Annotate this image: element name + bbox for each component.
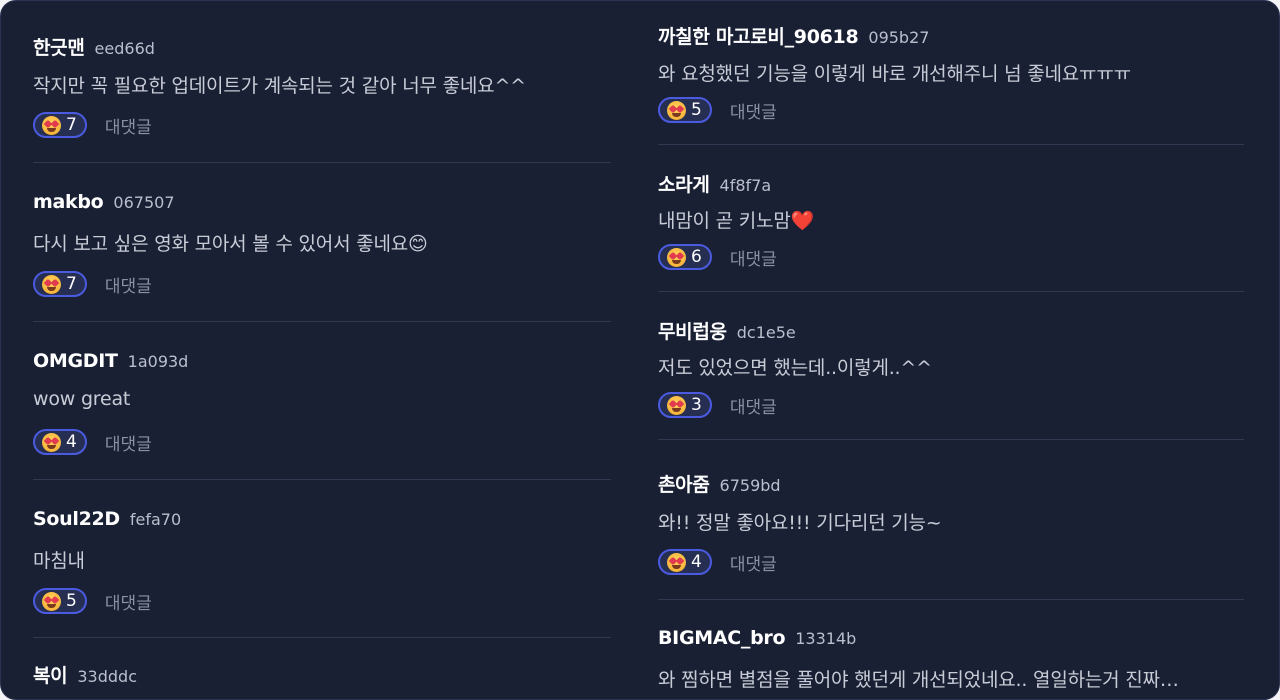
comment-text: wow great xyxy=(33,388,131,410)
divider xyxy=(33,479,611,480)
reaction-count: 7 xyxy=(66,115,77,135)
heart-eyes-emoji-icon xyxy=(667,395,686,415)
heart-eyes-emoji-icon xyxy=(42,591,61,611)
reaction-count: 7 xyxy=(66,274,77,294)
heart-eyes-emoji-icon xyxy=(667,100,686,120)
comment-text: 와!! 정말 좋아요!!! 기다리던 기능~ xyxy=(658,512,942,534)
comment-header: 무비럽웅 dc1e5e xyxy=(658,317,796,344)
comment-text: 작지만 꼭 필요한 업데이트가 계속되는 것 같아 너무 좋네요^^ xyxy=(33,75,526,97)
reaction-count: 6 xyxy=(691,247,702,267)
reaction-button[interactable]: 3 xyxy=(658,392,712,418)
reply-button[interactable]: 대댓글 xyxy=(105,113,152,138)
heart-eyes-emoji-icon xyxy=(42,274,61,294)
comment-header: 한긋맨 eed66d xyxy=(33,33,155,60)
divider xyxy=(658,291,1244,292)
comment-text: 마침내 xyxy=(33,550,85,572)
username[interactable]: 까칠한 마고로비_90618 xyxy=(658,22,859,49)
comments-panel: 한긋맨 eed66d 작지만 꼭 필요한 업데이트가 계속되는 것 같아 너무 … xyxy=(0,0,1280,700)
reply-button[interactable]: 대댓글 xyxy=(730,245,777,270)
reply-button[interactable]: 대댓글 xyxy=(730,98,777,123)
reaction-button[interactable]: 7 xyxy=(33,271,87,297)
comment-header: 소라게 4f8f7a xyxy=(658,170,771,197)
comment-actions: 5 대댓글 xyxy=(33,588,152,614)
user-id: 1a093d xyxy=(127,352,189,371)
username[interactable]: OMGDIT xyxy=(33,350,118,372)
reaction-count: 4 xyxy=(691,552,702,572)
comment-actions: 7 대댓글 xyxy=(33,112,152,138)
reply-button[interactable]: 대댓글 xyxy=(730,393,777,418)
user-id: 095b27 xyxy=(868,28,930,47)
reaction-button[interactable]: 7 xyxy=(33,112,87,138)
comment-header: BIGMAC_bro 13314b xyxy=(658,627,856,649)
username[interactable]: BIGMAC_bro xyxy=(658,627,786,649)
reaction-button[interactable]: 4 xyxy=(658,549,712,575)
divider xyxy=(658,144,1244,145)
comment-text: 다시 보고 싶은 영화 모아서 볼 수 있어서 좋네요😊 xyxy=(33,233,428,255)
user-id: 067507 xyxy=(113,193,175,212)
comment-actions: 5 대댓글 xyxy=(658,97,777,123)
comment-header: OMGDIT 1a093d xyxy=(33,350,188,372)
user-id: 13314b xyxy=(795,629,857,648)
username[interactable]: 촌아줌 xyxy=(658,470,710,497)
reaction-count: 3 xyxy=(691,395,702,415)
comment-text: 내맘이 곧 키노맘❤️ xyxy=(658,210,815,232)
reaction-button[interactable]: 6 xyxy=(658,244,712,270)
username[interactable]: Soul22D xyxy=(33,508,120,530)
divider xyxy=(658,599,1244,600)
heart-eyes-emoji-icon xyxy=(42,432,61,452)
reaction-button[interactable]: 4 xyxy=(33,429,87,455)
comment-header: makbo 067507 xyxy=(33,191,175,213)
reaction-count: 5 xyxy=(691,100,702,120)
user-id: 4f8f7a xyxy=(719,176,772,195)
comment-actions: 4 대댓글 xyxy=(658,549,777,575)
comment-text: 저도 있었으면 했는데..이렇게..^^ xyxy=(658,357,932,379)
comment-text: 와 요청했던 기능을 이렇게 바로 개선해주니 넘 좋네요ㅠㅠㅠ xyxy=(658,63,1131,85)
user-id: eed66d xyxy=(94,39,155,58)
user-id: fefa70 xyxy=(129,510,182,529)
user-id: 6759bd xyxy=(719,476,781,495)
divider xyxy=(33,637,611,638)
reaction-button[interactable]: 5 xyxy=(33,588,87,614)
comment-header: 복이 33dddc xyxy=(33,661,137,688)
reaction-count: 4 xyxy=(66,432,77,452)
username[interactable]: 복이 xyxy=(33,661,68,688)
divider xyxy=(33,321,611,322)
reply-button[interactable]: 대댓글 xyxy=(730,550,777,575)
comment-header: Soul22D fefa70 xyxy=(33,508,181,530)
username[interactable]: 한긋맨 xyxy=(33,33,85,60)
comment-header: 까칠한 마고로비_90618 095b27 xyxy=(658,22,929,49)
comment-text: 와 찜하면 별점을 풀어야 했던게 개선되었네요.. 열일하는거 진짜… xyxy=(658,669,1179,691)
heart-eyes-emoji-icon xyxy=(667,247,686,267)
username[interactable]: 소라게 xyxy=(658,170,710,197)
comment-actions: 7 대댓글 xyxy=(33,271,152,297)
reaction-count: 5 xyxy=(66,591,77,611)
divider xyxy=(33,162,611,163)
reply-button[interactable]: 대댓글 xyxy=(105,430,152,455)
reply-button[interactable]: 대댓글 xyxy=(105,272,152,297)
heart-eyes-emoji-icon xyxy=(42,115,61,135)
comment-actions: 3 대댓글 xyxy=(658,392,777,418)
username[interactable]: makbo xyxy=(33,191,104,213)
username[interactable]: 무비럽웅 xyxy=(658,317,727,344)
user-id: 33dddc xyxy=(77,667,137,686)
reply-button[interactable]: 대댓글 xyxy=(105,589,152,614)
comment-actions: 4 대댓글 xyxy=(33,429,152,455)
comment-actions: 6 대댓글 xyxy=(658,244,777,270)
comment-header: 촌아줌 6759bd xyxy=(658,470,781,497)
heart-eyes-emoji-icon xyxy=(667,552,686,572)
user-id: dc1e5e xyxy=(736,323,796,342)
divider xyxy=(658,439,1244,440)
reaction-button[interactable]: 5 xyxy=(658,97,712,123)
